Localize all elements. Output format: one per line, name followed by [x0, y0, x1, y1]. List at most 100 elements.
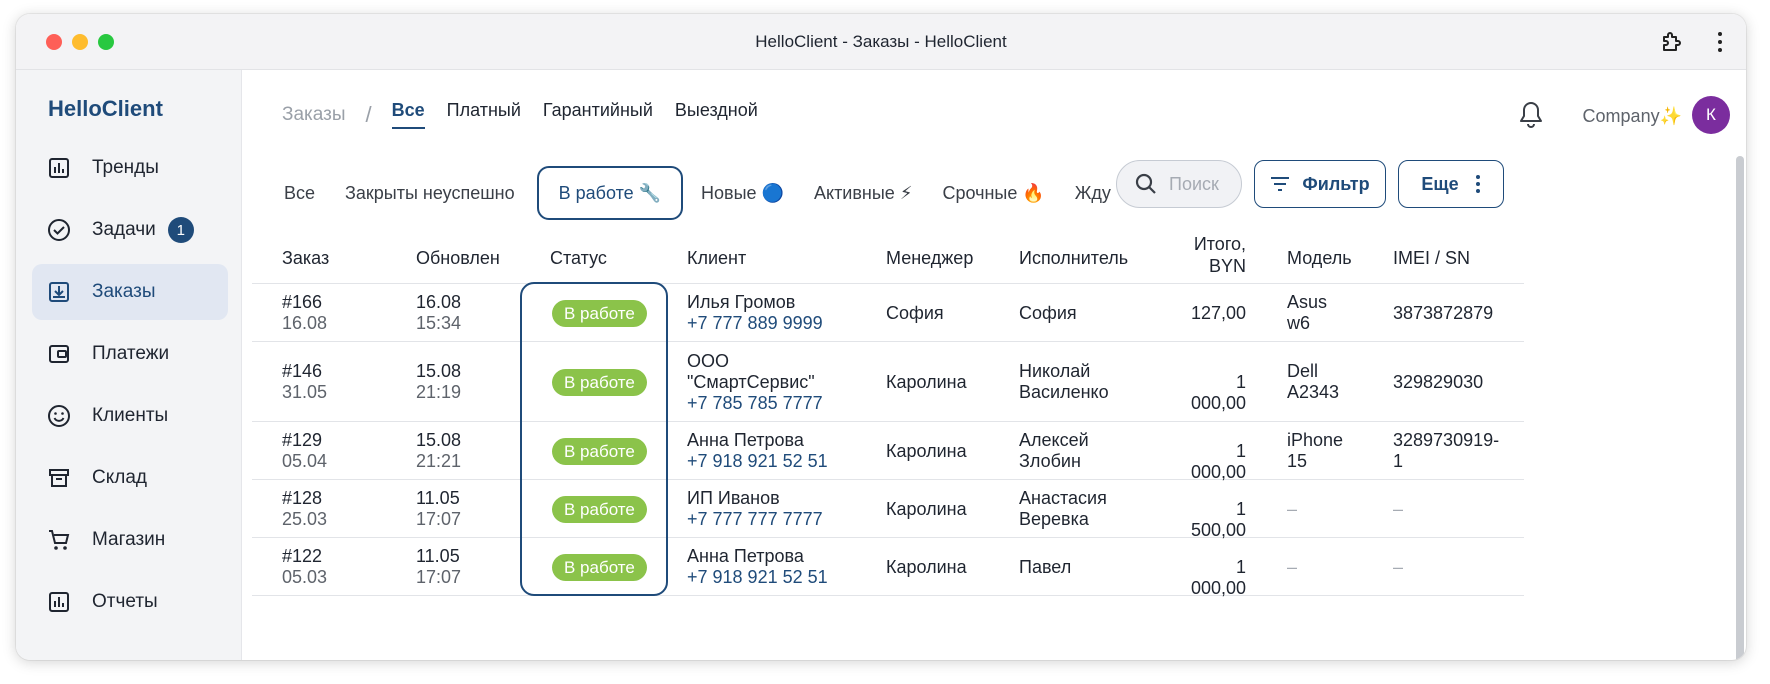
table-row[interactable]: #128 25.03 11.05 17:07 В работе ИП Иванов +7 7…: [252, 480, 1524, 540]
imei-cell: 3873872879: [1393, 303, 1493, 324]
executor-name: Анастасия: [1019, 488, 1107, 508]
updated-time: 17:07: [416, 567, 462, 587]
column-header-model[interactable]: Модель: [1287, 248, 1352, 269]
order-cell: #129 05.04: [282, 430, 327, 472]
updated-cell: 11.05 17:07: [416, 488, 461, 530]
client-phone-link[interactable]: +7 918 921 52 51: [687, 451, 828, 472]
tab-paid[interactable]: Платный: [447, 100, 521, 129]
total-amount: 1 000,00: [1190, 441, 1246, 482]
column-header-imei[interactable]: IMEI / SN: [1393, 248, 1470, 269]
filter-chip-waiting[interactable]: Жду: [1063, 166, 1112, 220]
model-cell: –: [1287, 499, 1297, 520]
order-cell: #146 31.05: [282, 361, 327, 403]
status-badge[interactable]: В работе: [552, 438, 647, 465]
client-name[interactable]: Анна Петрова: [687, 546, 828, 567]
company-name[interactable]: Company✨: [1583, 106, 1682, 127]
cart-icon: [46, 527, 72, 553]
device-model: Asus: [1287, 292, 1328, 312]
column-header-updated[interactable]: Обновлен: [416, 248, 500, 269]
client-name[interactable]: Анна Петрова: [687, 430, 828, 451]
updated-cell: 16.08 15:34: [416, 292, 461, 334]
device-model: Dell: [1287, 361, 1319, 381]
table-row[interactable]: #166 16.08 16.08 15:34 В работе Илья Громов +7…: [252, 284, 1524, 342]
sidebar-item-reports[interactable]: Отчеты: [32, 574, 228, 630]
filter-chip-new[interactable]: Новые 🔵: [689, 166, 796, 220]
total-cell: 1 000,00: [1176, 557, 1246, 599]
column-header-total-currency: BYN: [1208, 256, 1246, 276]
table-row[interactable]: #146 31.05 15.08 21:19 В работе ООО "СмартСерв…: [252, 342, 1524, 422]
breadcrumb-root[interactable]: Заказы: [282, 104, 346, 126]
filter-chip-all[interactable]: Все: [272, 166, 327, 220]
column-header-order[interactable]: Заказ: [282, 248, 329, 269]
device-model: iPhone: [1287, 430, 1344, 450]
table-row[interactable]: #129 05.04 15.08 21:21 В работе Анна Петрова +…: [252, 422, 1524, 483]
sidebar-item-label: Платежи: [92, 343, 170, 364]
status-badge[interactable]: В работе: [552, 300, 647, 327]
filter-button[interactable]: Фильтр: [1254, 160, 1386, 208]
sidebar-item-orders[interactable]: Заказы: [32, 264, 228, 320]
extension-icon[interactable]: [1660, 30, 1684, 54]
avatar[interactable]: К: [1692, 96, 1730, 134]
column-header-status[interactable]: Статус: [550, 248, 607, 269]
sidebar-item-warehouse[interactable]: Склад: [32, 450, 228, 506]
client-phone-link[interactable]: +7 777 777 7777: [687, 509, 823, 530]
imei-cell: –: [1393, 499, 1403, 520]
tab-onsite[interactable]: Выездной: [675, 100, 758, 129]
filter-chip-closed-unsuccessful[interactable]: Закрыты неуспешно: [333, 166, 527, 220]
client-phone-link[interactable]: +7 785 785 7777: [687, 393, 823, 414]
order-date: 05.04: [282, 451, 328, 471]
window-menu-icon[interactable]: [1716, 30, 1724, 54]
tab-warranty[interactable]: Гарантийный: [543, 100, 653, 129]
updated-time: 21:21: [416, 451, 462, 471]
search-input[interactable]: Поиск: [1116, 160, 1242, 208]
client-cell: Анна Петрова +7 918 921 52 51: [687, 430, 828, 472]
client-cell: Илья Громов +7 777 889 9999: [687, 292, 823, 334]
model-cell: Asus w6: [1287, 292, 1327, 334]
device-model-line2: w6: [1287, 313, 1311, 333]
status-badge[interactable]: В работе: [552, 496, 647, 523]
imei-number: –: [1393, 499, 1404, 519]
client-phone-link[interactable]: +7 918 921 52 51: [687, 567, 828, 588]
total-cell: 1 000,00: [1176, 441, 1246, 483]
executor-cell: Анастасия Веревка: [1019, 488, 1107, 530]
sidebar-item-trends[interactable]: Тренды: [32, 140, 228, 196]
sidebar-item-payments[interactable]: Платежи: [32, 326, 228, 382]
executor-cell: Николай Василенко: [1019, 361, 1109, 403]
status-badge[interactable]: В работе: [552, 554, 647, 581]
table-row[interactable]: #122 05.03 11.05 17:07 В работе Анна Петрова +…: [252, 538, 1524, 599]
status-badge[interactable]: В работе: [552, 369, 647, 396]
column-header-executor[interactable]: Исполнитель: [1019, 248, 1128, 269]
manager-name: Каролина: [886, 441, 967, 461]
executor-name: София: [1019, 303, 1077, 323]
column-header-manager[interactable]: Менеджер: [886, 248, 973, 269]
sidebar-item-clients[interactable]: Клиенты: [32, 388, 228, 444]
orders-table: Заказ Обновлен Статус Клиент Менеджер Ис…: [252, 228, 1524, 599]
imei-number: –: [1393, 557, 1404, 577]
column-header-total[interactable]: Итого,: [1176, 234, 1246, 255]
client-name[interactable]: Илья Громов: [687, 292, 823, 313]
total-cell: 127,00: [1176, 303, 1246, 324]
sidebar-item-tasks[interactable]: Задачи 1: [32, 202, 228, 258]
column-header-client[interactable]: Клиент: [687, 248, 746, 269]
client-name[interactable]: ИП Иванов: [687, 488, 823, 509]
brand-logo[interactable]: HelloClient: [48, 96, 163, 122]
device-model: –: [1287, 557, 1298, 577]
tab-all[interactable]: Все: [391, 100, 425, 129]
filter-chip-active[interactable]: Активные ⚡: [802, 166, 924, 220]
more-button-label: Еще: [1421, 173, 1459, 194]
vertical-scrollbar[interactable]: [1736, 156, 1744, 660]
manager-name: София: [886, 303, 944, 323]
total-amount: 1 000,00: [1190, 557, 1246, 598]
more-button[interactable]: Еще: [1398, 160, 1504, 208]
manager-name: Каролина: [886, 372, 967, 392]
updated-date: 15.08: [416, 361, 462, 381]
filter-chip-in-progress[interactable]: В работе 🔧: [536, 166, 684, 220]
imei-number: 3289730919-: [1393, 430, 1500, 450]
sidebar-item-shop[interactable]: Магазин: [32, 512, 228, 568]
client-phone-link[interactable]: +7 777 889 9999: [687, 313, 823, 334]
filter-chip-urgent[interactable]: Срочные 🔥: [930, 166, 1056, 220]
bell-icon[interactable]: [1518, 100, 1544, 130]
executor-name: Павел: [1019, 557, 1072, 577]
updated-time: 15:34: [416, 313, 462, 333]
client-name[interactable]: ООО: [687, 351, 823, 372]
